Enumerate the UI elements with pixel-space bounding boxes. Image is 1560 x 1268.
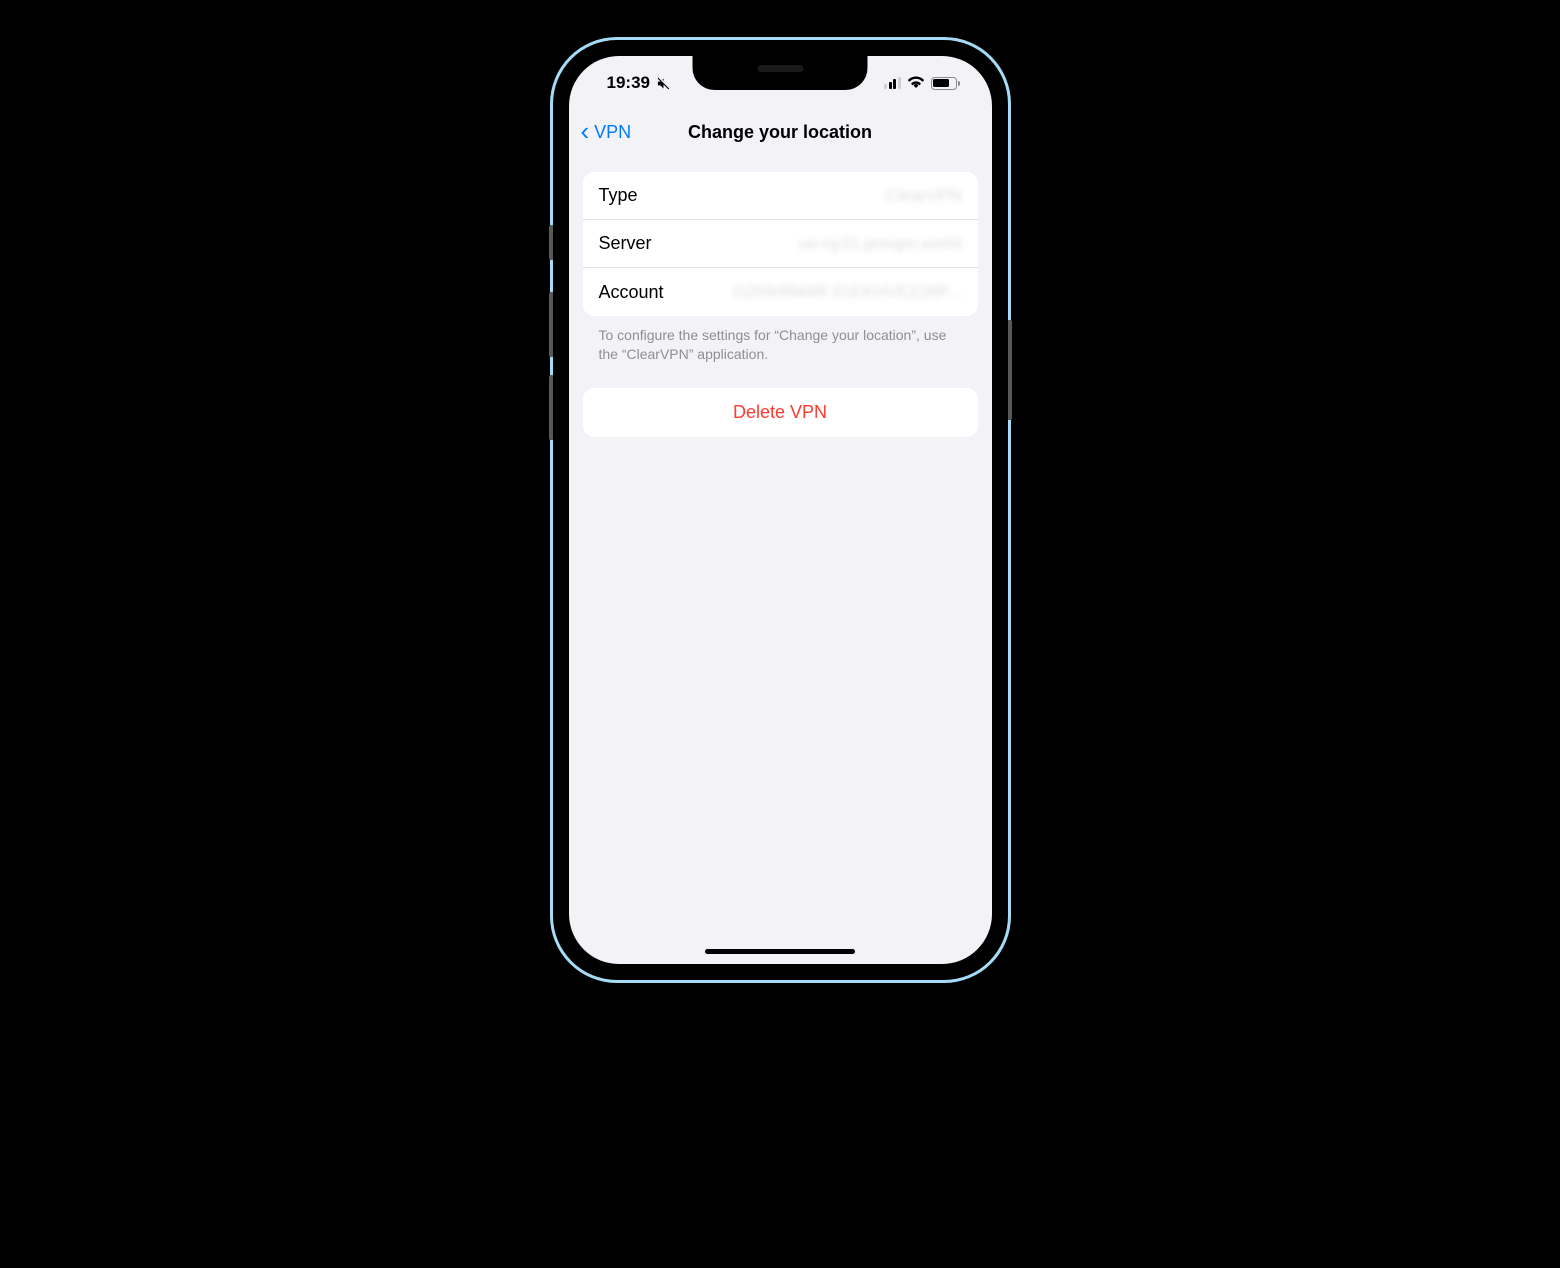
delete-vpn-label: Delete VPN	[733, 402, 827, 423]
vpn-details-group: Type ClearVPN Server us-ny31.provpn.worl…	[583, 172, 978, 316]
power-button	[1008, 320, 1012, 420]
delete-vpn-button[interactable]: Delete VPN	[583, 388, 978, 437]
wifi-icon	[907, 74, 925, 93]
chevron-left-icon: ‹	[581, 116, 590, 147]
notch-speaker	[757, 65, 803, 72]
volume-up-button	[549, 292, 553, 357]
phone-frame: 19:39	[553, 40, 1008, 980]
back-button[interactable]: ‹ VPN	[581, 118, 632, 147]
type-label: Type	[599, 185, 638, 206]
group-footer-text: To configure the settings for “Change yo…	[583, 316, 978, 364]
home-indicator[interactable]	[705, 949, 855, 955]
type-value: ClearVPN	[886, 186, 962, 206]
navigation-bar: ‹ VPN Change your location	[569, 110, 992, 154]
status-bar-left: 19:39	[607, 73, 671, 93]
server-value: us-ny31.provpn.world	[799, 234, 962, 254]
type-row[interactable]: Type ClearVPN	[583, 172, 978, 220]
content: Type ClearVPN Server us-ny31.provpn.worl…	[569, 154, 992, 437]
silent-mode-icon	[656, 76, 671, 91]
server-label: Server	[599, 233, 652, 254]
server-row[interactable]: Server us-ny31.provpn.world	[583, 220, 978, 268]
cellular-signal-icon	[884, 77, 901, 89]
notch	[693, 56, 868, 90]
account-label: Account	[599, 282, 664, 303]
silent-switch	[549, 225, 553, 260]
volume-down-button	[549, 375, 553, 440]
account-value: G2h9rBM4R 01EKHVEZ26P...	[733, 282, 961, 302]
back-label: VPN	[594, 122, 631, 143]
status-time: 19:39	[607, 73, 650, 93]
battery-icon	[931, 77, 960, 90]
screen: 19:39	[569, 56, 992, 964]
page-title: Change your location	[688, 122, 872, 143]
action-group: Delete VPN	[583, 388, 978, 437]
status-bar-right	[884, 74, 960, 93]
account-row[interactable]: Account G2h9rBM4R 01EKHVEZ26P...	[583, 268, 978, 316]
